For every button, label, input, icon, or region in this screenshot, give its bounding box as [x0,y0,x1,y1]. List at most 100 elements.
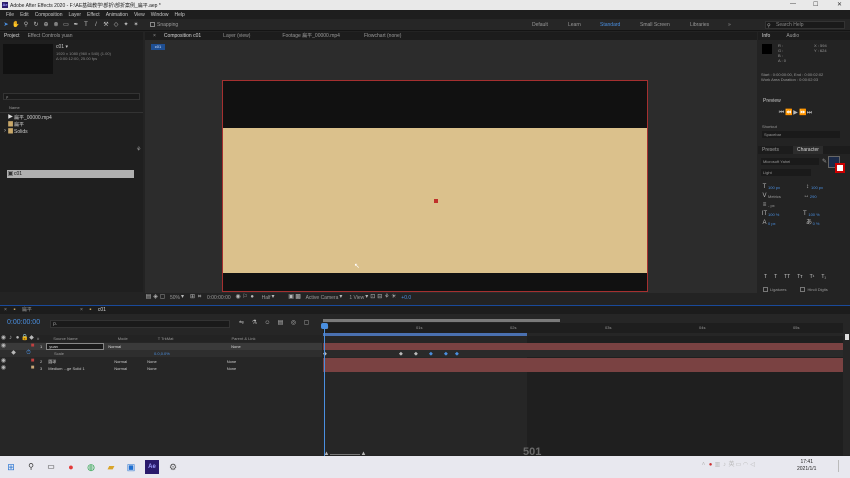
eyedropper-icon[interactable]: ✎ [822,158,827,165]
first-frame-icon[interactable]: ⏮ [778,110,785,117]
windows-start-icon[interactable]: ⊞ [5,461,17,473]
fast-preview-icon[interactable]: ⊡ [369,294,376,301]
leading-value[interactable]: 100 px [811,183,823,192]
baseline-value[interactable]: 0 px [768,219,776,228]
zoom-slider[interactable] [330,454,360,455]
faux-italic-button[interactable]: T [774,274,777,280]
stopwatch-icon[interactable]: ⏱ [25,350,32,357]
solo-toggle-icon[interactable]: ● [14,335,21,342]
column-source-name[interactable]: Source Name [53,336,77,341]
graph-editor-icon[interactable]: ▢ [303,320,310,327]
prev-frame-icon[interactable]: ⏪ [785,110,792,117]
workspace-libraries[interactable]: Libraries [690,22,709,28]
eraser-tool-icon[interactable]: ◇ [112,21,120,29]
audio-toggle-icon[interactable]: ♪ [7,335,14,342]
name-column-header[interactable]: Name [9,105,20,110]
motion-blur-icon[interactable]: ◎ [290,320,297,327]
timeline-scrollbar-top[interactable] [845,334,849,340]
property-row[interactable]: ◆ ⏱ Scale 0.0,0.0% [0,350,322,357]
timeline-icon[interactable]: ⊟ [376,294,383,301]
layer-name[interactable]: Medium ...ge Solid 1 [48,366,106,371]
vertical-scale-value[interactable]: 100 % [768,210,779,219]
selection-tool-icon[interactable]: ➤ [2,21,10,29]
last-frame-icon[interactable]: ⏭ [806,110,813,117]
tab-layer[interactable]: Layer (view) [219,32,254,40]
tab-timeline-c01[interactable]: c01 [94,306,110,314]
camera-dropdown[interactable]: Active Camera [306,295,339,301]
close-icon[interactable]: × [149,32,160,40]
layer-parent[interactable]: None [227,359,237,364]
keyframe-icon[interactable]: ◆ [414,351,418,357]
notification-icon[interactable] [838,460,846,472]
clone-tool-icon[interactable]: ⚒ [102,21,110,29]
view-dropdown[interactable]: 1 View [349,295,364,301]
mask-visibility-icon[interactable]: ◈ [152,294,159,301]
exposure-value[interactable]: +0.0 [401,295,411,301]
layer-bar-ball[interactable] [323,358,843,365]
netease-music-icon[interactable]: ● [65,461,77,473]
layer-row[interactable]: ◉ ■ 1 yuan Normal None [0,343,322,350]
menu-animation[interactable]: Animation [106,12,128,18]
tab-timeline-flat[interactable]: 扁平 [18,306,36,314]
rectangle-tool-icon[interactable]: ▭ [62,21,70,29]
kerning-value[interactable]: Metrics [768,192,781,201]
hindi-digits-checkbox[interactable] [800,287,806,292]
workspace-default[interactable]: Default [532,22,548,28]
font-style-dropdown[interactable]: Light [761,169,811,176]
layer-parent[interactable]: None [231,344,241,349]
show-snapshot-icon[interactable]: ⚐ [242,294,249,301]
workspace-more-icon[interactable]: » [728,22,731,28]
menu-layer[interactable]: Layer [68,12,81,18]
channel-icon[interactable]: ● [249,294,256,301]
subscript-button[interactable]: T₁ [821,274,826,280]
timeline-current-time[interactable]: 0:00:00:00 [7,319,40,326]
chrome-icon[interactable]: ◍ [85,461,97,473]
project-item-selected[interactable]: ▣ c01 [7,170,134,178]
exposure-icon[interactable]: ☀ [390,294,397,301]
comp-sub-tab[interactable]: c01 [151,44,165,50]
superscript-button[interactable]: T¹ [810,274,815,280]
snapshot-icon[interactable]: ◉ [235,294,242,301]
layer-mode[interactable]: Normal [114,359,127,364]
search-help-input[interactable]: Search Help [765,21,845,29]
pan-behind-tool-icon[interactable]: ⊗ [52,21,60,29]
property-value[interactable]: 0.0,0.0% [154,351,170,356]
minimize-button[interactable]: — [790,1,796,7]
tray-speaker-icon[interactable]: ◁ [749,462,756,469]
screen-recorder-icon[interactable]: ▣ [125,461,137,473]
layer-trkmat[interactable]: None [147,366,157,371]
layer-parent[interactable]: None [227,366,237,371]
workspace-learn[interactable]: Learn [568,22,581,28]
magnification-icon[interactable]: ▢ [159,294,166,301]
flowchart-icon[interactable]: ⚘ [383,294,390,301]
layer-trkmat[interactable]: None [147,359,157,364]
tray-input-icon[interactable]: 英 [728,462,735,469]
column-mode[interactable]: Mode [118,336,128,341]
keyframe-icon[interactable]: ◆ [455,351,459,357]
tray-display-icon[interactable]: ▭ [735,462,742,469]
menu-file[interactable]: File [6,12,14,18]
keyframe-icon[interactable]: ◆ [399,351,403,357]
layer-name[interactable]: 圆球 [48,359,106,365]
hand-tool-icon[interactable]: ✋ [12,21,20,29]
column-trkmat[interactable]: T TrkMat [158,336,174,341]
layer-label-swatch[interactable]: ■ [29,365,36,372]
workspace-standard[interactable]: Standard [600,22,620,28]
tab-composition[interactable]: Composition c01 [160,32,205,40]
snapping-checkbox[interactable] [150,22,155,27]
timeline-search-input[interactable]: ρ. [50,320,230,328]
layer-bar-solid[interactable] [323,365,843,372]
keyframe-nav-icon[interactable]: ◆ [10,350,17,357]
stroke-color-swatch[interactable] [835,163,845,173]
frame-blending-icon[interactable]: ▤ [277,320,284,327]
next-frame-icon[interactable]: ⏩ [799,110,806,117]
all-caps-button[interactable]: TT [784,274,790,280]
stroke-width-value[interactable]: - px [768,201,775,210]
zoom-dropdown[interactable]: 50% [170,295,180,301]
tab-character[interactable]: Character [792,146,823,154]
tab-presets[interactable]: Presets [758,146,783,154]
tab-flowchart[interactable]: Flowchart (none) [360,32,406,40]
video-visible-icon[interactable]: ◉ [0,365,7,372]
faux-bold-button[interactable]: T [764,274,767,280]
file-explorer-icon[interactable]: ▰ [105,461,117,473]
